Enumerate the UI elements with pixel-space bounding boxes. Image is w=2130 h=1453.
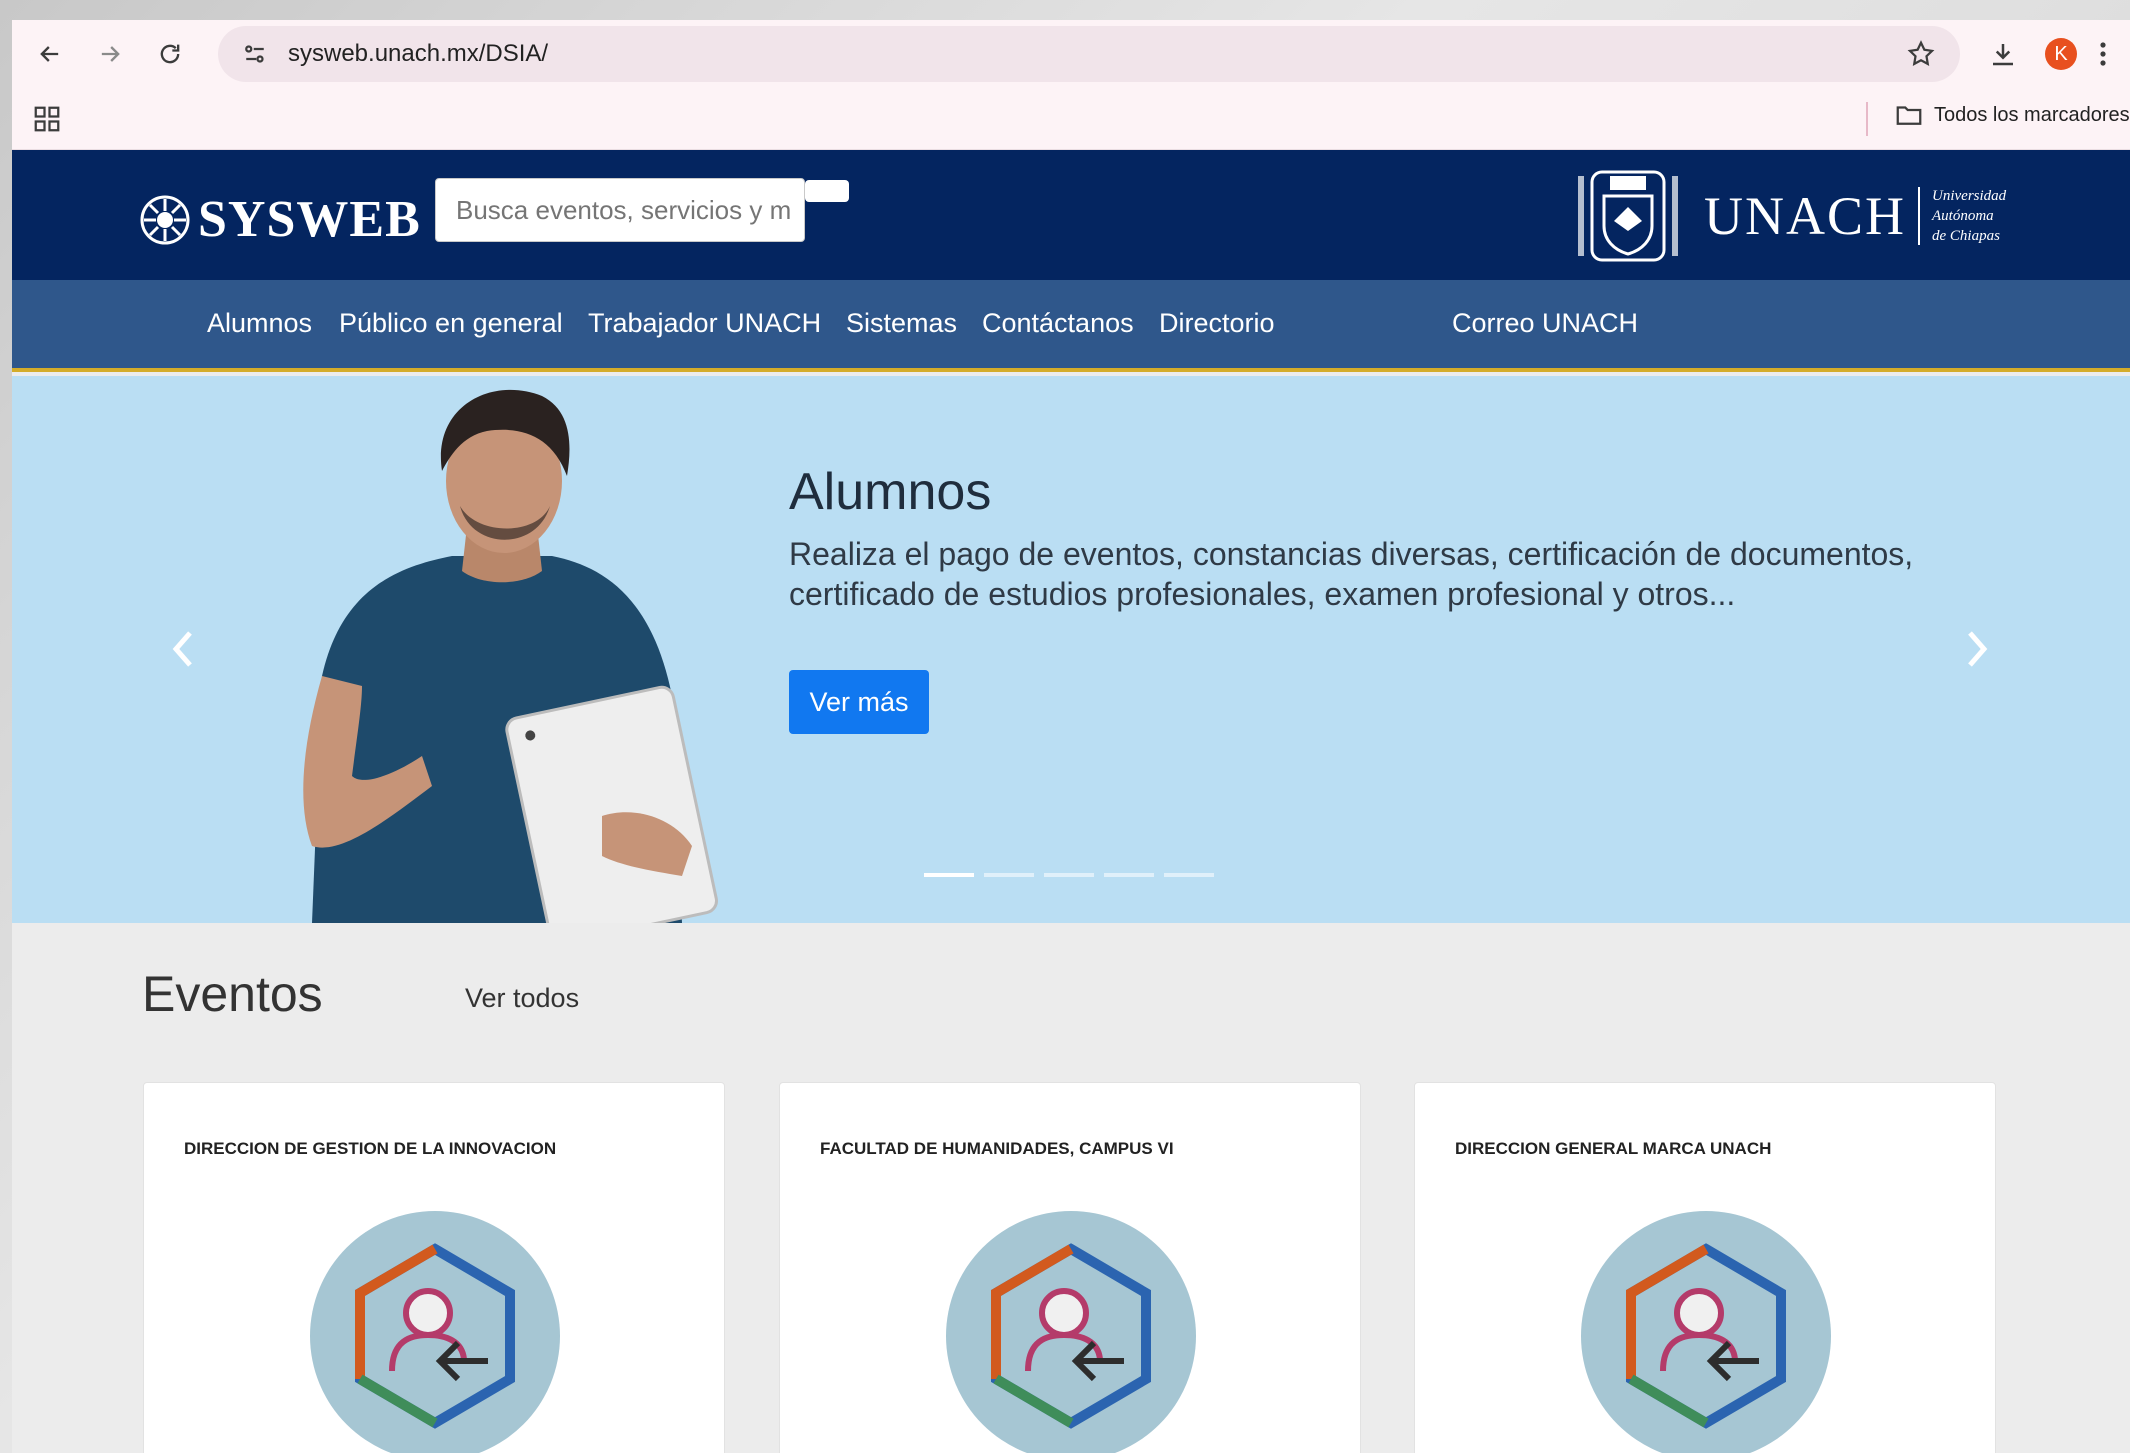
ver-mas-button[interactable]: Ver más (789, 670, 929, 734)
profile-button[interactable]: K (2038, 31, 2084, 77)
site-header: SYSWEB UNACH Universidad Autónoma de Chi… (12, 150, 2130, 280)
nav-item-sistemas[interactable]: Sistemas (846, 308, 957, 339)
bookmarks-separator (1866, 102, 1868, 136)
site-settings-icon[interactable] (240, 39, 270, 69)
event-user-hexagon-icon (1581, 1211, 1831, 1453)
unach-seal-icon (1578, 170, 1678, 262)
unach-divider (1918, 187, 1921, 245)
folder-icon (1896, 106, 1922, 125)
carousel-indicator[interactable] (1104, 873, 1154, 877)
url-text[interactable]: sysweb.unach.mx/DSIA/ (288, 40, 548, 68)
carousel-indicator[interactable] (1044, 873, 1094, 877)
sysweb-logo[interactable]: SYSWEB (140, 190, 421, 249)
event-card[interactable]: FACULTAD DE HUMANIDADES, CAMPUS VI (779, 1082, 1361, 1453)
back-button[interactable] (27, 31, 73, 77)
event-card-title: FACULTAD DE HUMANIDADES, CAMPUS VI (820, 1139, 1174, 1158)
bookmarks-bar: Todos los marcadores (12, 88, 2130, 150)
event-user-hexagon-icon (310, 1211, 560, 1453)
search-button[interactable] (805, 180, 849, 202)
nav-item-alumnos[interactable]: Alumnos (207, 308, 312, 339)
profile-avatar: K (2045, 38, 2077, 70)
unach-sub-line: Universidad (1932, 188, 2007, 204)
slide-title: Alumnos (789, 463, 992, 521)
unach-subtitle: Universidad Autónoma de Chiapas (1932, 186, 2006, 246)
search-input[interactable] (435, 178, 805, 242)
apps-grid-icon[interactable] (32, 104, 62, 134)
unach-sub-line: Autónoma (1932, 208, 1994, 224)
all-bookmarks-label: Todos los marcadores (1934, 103, 2130, 126)
browser-toolbar: sysweb.unach.mx/DSIA/ K (12, 20, 2130, 88)
main-nav: Alumnos Público en general Trabajador UN… (12, 280, 2130, 372)
nav-item-correo[interactable]: Correo UNACH (1452, 308, 1638, 339)
nav-item-publico[interactable]: Público en general (339, 308, 563, 339)
student-with-tablet-image (303, 389, 718, 923)
hero-carousel: Alumnos Realiza el pago de eventos, cons… (12, 376, 2130, 923)
reload-icon (160, 44, 180, 64)
events-heading: Eventos (142, 966, 323, 1022)
carousel-next-icon[interactable] (1958, 621, 1998, 677)
download-icon (1993, 44, 2013, 66)
event-user-hexagon-icon (946, 1211, 1196, 1453)
browser-window: sysweb.unach.mx/DSIA/ K Todos los marcad… (12, 20, 2130, 1453)
event-card-title: DIRECCION DE GESTION DE LA INNOVACION (184, 1139, 557, 1158)
carousel-indicator[interactable] (924, 873, 974, 877)
event-card[interactable]: DIRECCION DE GESTION DE LA INNOVACION (143, 1082, 725, 1453)
slide-text: Realiza el pago de eventos, constancias … (789, 536, 1914, 612)
menu-button[interactable] (2088, 31, 2118, 77)
nav-item-contactanos[interactable]: Contáctanos (982, 308, 1134, 339)
carousel-prev-icon[interactable] (162, 621, 202, 677)
unach-name: UNACH (1704, 186, 1907, 246)
sysweb-emblem-icon (140, 195, 190, 244)
carousel-indicators (924, 873, 1214, 877)
arrow-left-icon (40, 46, 59, 62)
kebab-menu-icon (2100, 42, 2106, 66)
reload-button[interactable] (147, 31, 193, 77)
all-bookmarks-button[interactable]: Todos los marcadores (1894, 100, 2130, 130)
unach-logo[interactable]: UNACH Universidad Autónoma de Chiapas (1574, 166, 2006, 266)
event-card-title: DIRECCION GENERAL MARCA UNACH (1455, 1139, 1772, 1158)
nav-item-directorio[interactable]: Directorio (1159, 308, 1275, 339)
logo-text: SYSWEB (198, 191, 421, 248)
downloads-button[interactable] (1980, 31, 2026, 77)
bookmark-star-icon[interactable] (1906, 39, 1936, 69)
see-all-events-link[interactable]: Ver todos (465, 983, 579, 1014)
unach-sub-line: de Chiapas (1932, 228, 2000, 244)
event-card[interactable]: DIRECCION GENERAL MARCA UNACH (1414, 1082, 1996, 1453)
address-bar[interactable]: sysweb.unach.mx/DSIA/ (218, 26, 1960, 82)
nav-item-trabajador[interactable]: Trabajador UNACH (588, 308, 821, 339)
carousel-indicator[interactable] (984, 873, 1034, 877)
arrow-right-icon (101, 46, 120, 62)
forward-button[interactable] (87, 31, 133, 77)
carousel-indicator[interactable] (1164, 873, 1214, 877)
